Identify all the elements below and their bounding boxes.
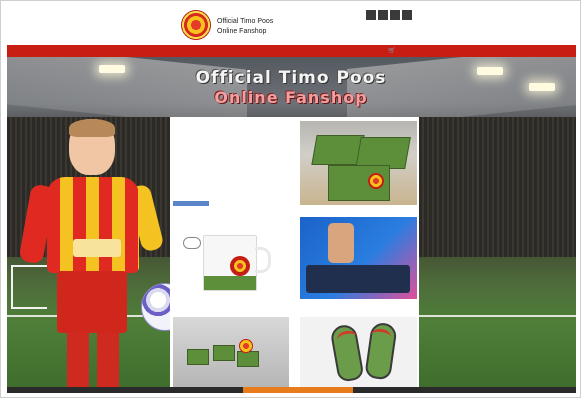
product-tile-flipflops[interactable] (300, 317, 417, 387)
club-logo-print (239, 339, 253, 353)
product-tile-mug[interactable] (173, 217, 289, 311)
banner-title: Official Timo Poos (195, 68, 387, 88)
social-button-4[interactable] (402, 10, 412, 20)
banner-subtitle: Online Fanshop (214, 88, 368, 107)
floodlight-3 (529, 83, 555, 91)
player-jersey (47, 177, 139, 273)
content-panel (170, 117, 419, 387)
site-header: Official Timo Poos Online Fanshop (7, 7, 576, 45)
speech-bubble (183, 237, 201, 249)
player-hair (69, 119, 115, 137)
footer-link[interactable] (243, 387, 353, 393)
product-image (173, 217, 289, 299)
coaster (237, 351, 259, 367)
product-tile-coasters[interactable] (173, 317, 289, 387)
mug (203, 235, 257, 291)
main-nav: 🛒 (7, 45, 576, 57)
browser-frame: Official Timo Poos Online Fanshop 🛒 Offi… (0, 0, 581, 398)
floodlight-1 (99, 65, 125, 73)
product-tile-placemats[interactable] (300, 121, 417, 215)
photo-figure (328, 223, 354, 263)
product-image (300, 317, 417, 387)
product-tile-photo[interactable] (300, 217, 417, 311)
jersey-sponsor (73, 239, 121, 257)
cart-icon: 🛒 (388, 48, 396, 54)
player-photo (18, 119, 189, 387)
brand-name[interactable]: Official Timo Poos (217, 18, 273, 25)
club-logo-print (230, 256, 250, 276)
mug-handle (255, 247, 271, 273)
coaster (213, 345, 235, 361)
floodlight-2 (477, 67, 503, 75)
mug-grass-print (204, 276, 256, 290)
brand-subtitle: Online Fanshop (217, 28, 267, 35)
coaster (187, 349, 209, 365)
club-logo[interactable] (181, 10, 211, 40)
player-shorts (57, 271, 127, 333)
social-button-2[interactable] (378, 10, 388, 20)
player-legs (67, 333, 119, 387)
product-image (300, 121, 417, 205)
product-image (173, 317, 289, 387)
stand-right (419, 117, 576, 257)
social-button-1[interactable] (366, 10, 376, 20)
page-footer (7, 387, 576, 393)
club-logo-print (368, 173, 384, 189)
read-more-button[interactable] (173, 201, 209, 206)
product-image (300, 217, 417, 299)
social-button-3[interactable] (390, 10, 400, 20)
cart-button[interactable]: 🛒 (388, 46, 418, 56)
photo-print-stack (306, 265, 410, 293)
